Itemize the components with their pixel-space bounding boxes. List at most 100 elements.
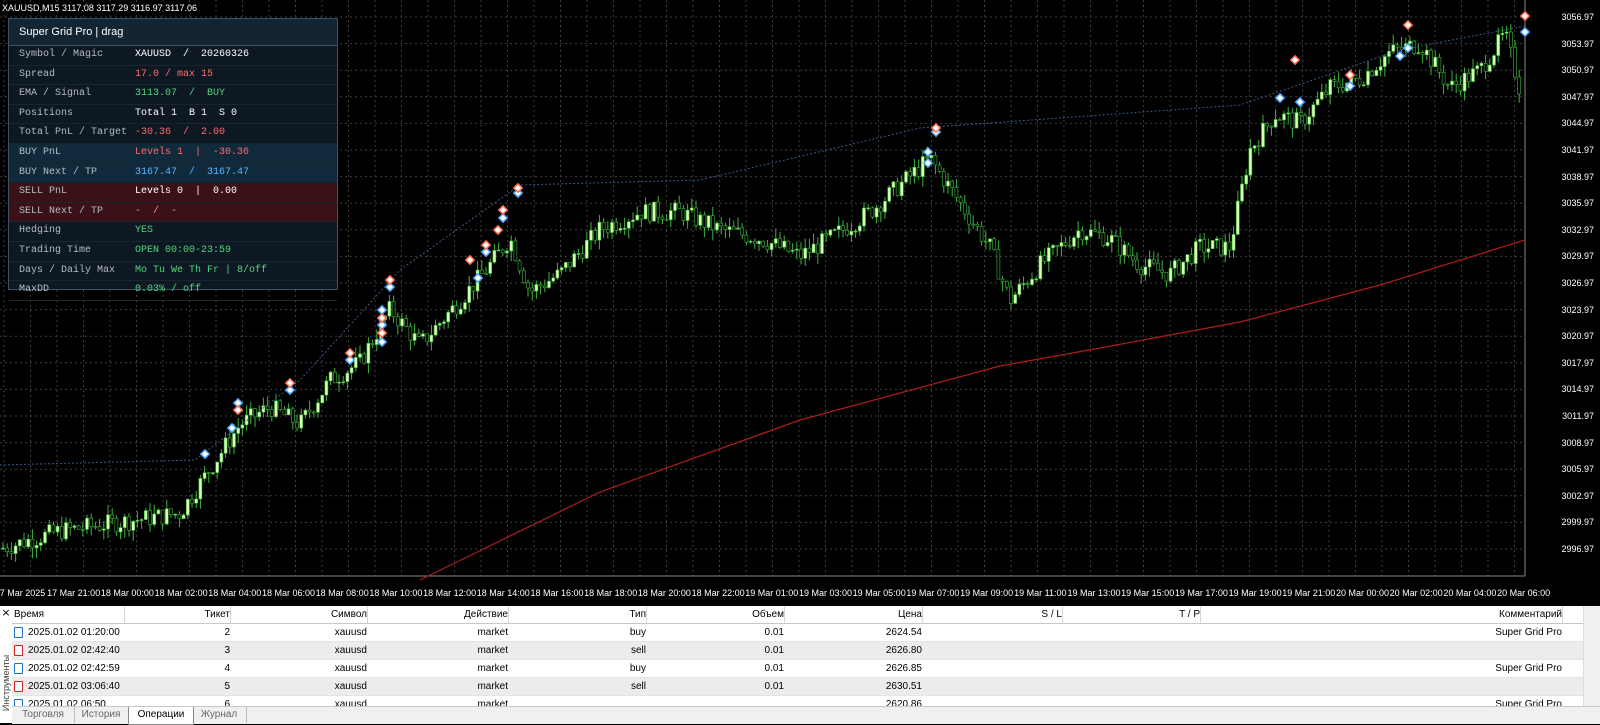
candle-body [467, 285, 472, 303]
candle-body [597, 221, 602, 241]
column-header[interactable]: Комментарий [1202, 606, 1563, 623]
candle-body [715, 222, 719, 231]
candle-body [190, 499, 194, 504]
candle-body [311, 411, 316, 414]
panel-row: SELL Next / TP - / - [9, 202, 337, 223]
table-row[interactable]: 2025.01.02 02:42:40 3 xauusd market sell 0.01… [12, 642, 1584, 660]
candle-body [509, 240, 514, 252]
candle-body [1118, 236, 1122, 256]
column-header[interactable]: T / P [1064, 606, 1201, 623]
candle-body [1063, 242, 1068, 246]
candle-body [1475, 65, 1479, 69]
candle-body [526, 282, 530, 289]
table-row[interactable]: 2025.01.02 02:42:59 4 xauusd market buy 0.01 2… [12, 660, 1584, 678]
time-tick-label: 19 Mar 21:00 [1282, 588, 1336, 598]
panel-row-value: 17.0 / max 15 [135, 68, 214, 80]
tab-0[interactable]: Торговля [12, 707, 75, 723]
candle-body [883, 200, 887, 213]
candle-body [324, 380, 329, 396]
candle-body [412, 333, 417, 341]
candle-body [1429, 49, 1433, 68]
panel-row-key: MaxDD [19, 284, 50, 296]
table-row[interactable]: 2025.01.02 01:20:00 2 xauusd market buy 0.01 2… [12, 624, 1584, 642]
panel-row: MaxDD 0.03% / off [9, 281, 337, 301]
candle-body [307, 409, 312, 413]
price-chart[interactable]: XAUUSD,M15 3117.08 3117.29 3116.97 3117.… [0, 0, 1600, 606]
candle-body [824, 233, 829, 236]
candle-body [1202, 239, 1206, 253]
close-icon[interactable]: × [0, 606, 12, 620]
candle-body [941, 171, 946, 187]
candle-body [904, 171, 908, 183]
column-header[interactable]: Тикет [124, 606, 231, 623]
candle-body [68, 522, 72, 528]
candle-body [967, 213, 971, 225]
table-cell-volume: 0.01 [764, 663, 784, 674]
candle-body [1097, 230, 1101, 234]
price-tick-label: 3014.97 [1561, 384, 1594, 395]
table-cell-time: 2025.01.02 02:42:59 [28, 663, 120, 674]
candle-body [1156, 262, 1160, 271]
candle-body [1131, 255, 1135, 261]
candle-body [76, 525, 81, 530]
table-cell-price: 2626.85 [885, 663, 922, 674]
super-grid-pro-panel[interactable]: Super Grid Pro | drag Symbol / Magic XAUU… [8, 18, 338, 301]
column-header[interactable]: Тип [510, 606, 647, 623]
table-cell-tp [1064, 642, 1200, 659]
candle-body [1324, 91, 1328, 95]
candle-body [610, 222, 614, 233]
candle-body [1378, 66, 1383, 71]
time-tick-label: 19 Mar 13:00 [1067, 588, 1121, 598]
panel-row: EMA / Signal 3113.07 / BUY [9, 85, 337, 105]
table-row[interactable]: 2025.01.02 03:06:40 5 xauusd market sell 0.01… [12, 678, 1584, 696]
candle-body [576, 253, 581, 255]
candle-body [51, 524, 56, 533]
column-header[interactable]: Время [14, 606, 125, 623]
column-header[interactable]: S / L [926, 606, 1063, 623]
candle-body [996, 248, 1001, 280]
operations-table[interactable]: Время Тикет Символ Действие Тип Объем Цена S / … [12, 606, 1584, 714]
candle-body [1185, 254, 1190, 263]
table-cell-volume: 0.01 [764, 681, 784, 692]
table-cell-sl [926, 660, 1062, 677]
candle-body [22, 539, 26, 548]
price-tick-label: 3011.97 [1562, 411, 1594, 421]
candle-body [1450, 80, 1454, 86]
candle-body [1105, 242, 1110, 246]
candle-body [555, 269, 560, 279]
candle-body [345, 372, 350, 382]
column-header[interactable]: Цена [786, 606, 923, 623]
candle-body [1122, 244, 1127, 256]
column-header[interactable]: Объем [648, 606, 785, 623]
candle-body [1462, 72, 1467, 92]
candle-body [841, 225, 845, 231]
candle-body [362, 353, 367, 364]
candle-body [1177, 260, 1181, 275]
time-tick-label: 18 Mar 22:00 [691, 588, 745, 598]
candle-body [43, 531, 47, 544]
candle-body [1068, 244, 1072, 247]
candle-body [757, 241, 761, 245]
panel-title[interactable]: Super Grid Pro | drag [9, 19, 337, 46]
tab-3[interactable]: Журнал [192, 707, 247, 723]
candle-body [186, 499, 190, 516]
tab-2[interactable]: Операции [128, 707, 194, 725]
terminal-tabs[interactable]: Торговля История Операции Журнал [12, 706, 1600, 725]
time-tick-label: 18 Mar 20:00 [637, 588, 691, 598]
column-header[interactable]: Действие [368, 606, 509, 623]
candle-body [618, 228, 623, 231]
candle-body [937, 164, 942, 172]
candle-body [1488, 64, 1492, 72]
candle-body [719, 222, 724, 227]
candle-body [971, 223, 976, 226]
table-scrollbar[interactable] [1583, 606, 1600, 706]
tab-1[interactable]: История [74, 707, 129, 723]
table-cell-action: market [477, 681, 508, 692]
candle-body [1441, 72, 1446, 85]
toolbox-terminal[interactable]: × Инструменты Время Тикет Символ Действие Ти… [0, 606, 1600, 725]
candle-body [144, 510, 148, 520]
column-header[interactable]: Символ [232, 606, 368, 623]
panel-row-key: Positions [19, 107, 74, 119]
candle-body [1458, 84, 1463, 92]
candle-body [643, 204, 648, 220]
